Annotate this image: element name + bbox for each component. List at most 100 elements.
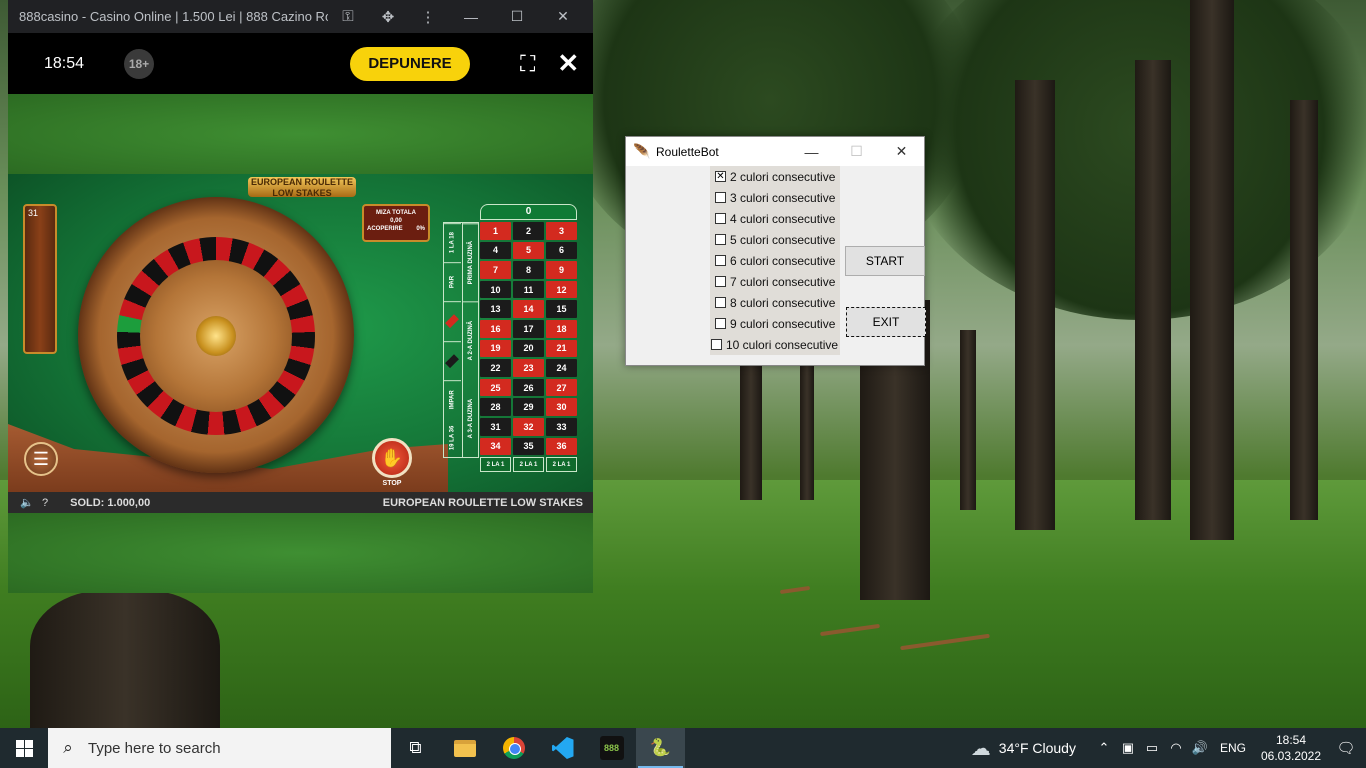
bet-cell-29[interactable]: 29 [513,398,544,416]
color-option-6[interactable]: 6 culori consecutive [710,250,840,271]
start-button-windows[interactable] [0,728,48,768]
vscode-icon[interactable] [538,728,587,768]
bet-cell-9[interactable]: 9 [546,261,577,279]
bet-cell-10[interactable]: 10 [480,280,511,299]
browser-titlebar[interactable]: 888casino - Casino Online | 1.500 Lei | … [8,0,593,33]
bet-cell-19[interactable]: 19 [480,339,511,358]
weather-widget[interactable]: ☁ 34°F Cloudy [971,736,1076,761]
checkbox[interactable] [715,297,726,308]
bet-cell-7[interactable]: 7 [480,261,511,279]
checkbox[interactable] [715,234,726,245]
mute-icon[interactable]: 🔈 [20,496,34,509]
bet-19-36[interactable]: 19 LA 36 [444,419,461,457]
game-menu-button[interactable]: ☰ [24,442,58,476]
chrome-icon[interactable] [489,728,538,768]
bet-cell-15[interactable]: 15 [546,300,577,318]
bet-cell-31[interactable]: 31 [480,417,511,436]
column-bet-1[interactable]: 2 LA 1 [480,457,511,473]
bet-cell-26[interactable]: 26 [513,378,544,397]
casino-app-icon[interactable]: 888 [587,728,636,768]
bet-cell-14[interactable]: 14 [513,300,544,318]
bet-cell-8[interactable]: 8 [513,261,544,279]
task-view-icon[interactable]: ⧉ [391,728,440,768]
bet-dozen-2[interactable]: A 2-A DUZINĂ [463,301,479,380]
bet-cell-27[interactable]: 27 [546,378,577,397]
notification-icon[interactable]: 🗨 [1326,739,1366,757]
bet-odd[interactable]: IMPAR [444,379,461,419]
taskbar-clock[interactable]: 18:54 06.03.2022 [1256,732,1326,764]
stop-button[interactable]: ✋ [372,438,412,478]
volume-icon[interactable]: 🔊 [1188,740,1212,756]
taskbar-search[interactable]: ⌕ Type here to search [48,728,391,768]
bet-cell-20[interactable]: 20 [513,339,544,358]
battery-icon[interactable]: ▭ [1140,740,1164,756]
roulettebot-titlebar[interactable]: 🪶 RouletteBot — ☐ ✕ [626,137,924,166]
bet-cell-12[interactable]: 12 [546,280,577,299]
color-option-4[interactable]: 4 culori consecutive [710,208,840,229]
wifi-icon[interactable]: ◠ [1164,740,1188,756]
deposit-button[interactable]: DEPUNERE [350,46,470,81]
bet-cell-30[interactable]: 30 [546,398,577,416]
more-options-icon[interactable]: ⋮ [408,8,448,26]
bet-cell-6[interactable]: 6 [546,241,577,260]
bet-cell-16[interactable]: 16 [480,319,511,338]
extensions-icon[interactable]: ✥ [368,8,408,26]
color-option-7[interactable]: 7 culori consecutive [710,271,840,292]
bet-red[interactable] [444,301,461,341]
bet-cell-34[interactable]: 34 [480,437,511,456]
meet-icon[interactable]: ▣ [1116,740,1140,756]
bet-cell-4[interactable]: 4 [480,241,511,260]
language-indicator[interactable]: ENG [1220,741,1246,755]
bet-cell-11[interactable]: 11 [513,280,544,299]
key-icon[interactable]: ⚿ [328,8,368,25]
column-bet-2[interactable]: 2 LA 1 [513,457,544,473]
close-window-button[interactable]: ✕ [540,8,586,25]
bet-dozen-3[interactable]: A 3-A DUZINĂ [463,380,479,457]
python-app-icon[interactable]: 🐍 [636,728,685,768]
help-icon[interactable]: ? [42,497,48,509]
bet-cell-2[interactable]: 2 [513,222,544,240]
bet-cell-3[interactable]: 3 [546,222,577,240]
minimize-button[interactable]: — [448,9,494,25]
column-bet-3[interactable]: 2 LA 1 [546,457,577,473]
bet-black[interactable] [444,340,461,380]
bet-dozen-1[interactable]: PRIMA DUZINĂ [463,223,479,302]
color-option-10[interactable]: 10 culori consecutive [706,334,840,355]
bet-cell-21[interactable]: 21 [546,339,577,358]
rb-close-button[interactable]: ✕ [879,143,924,160]
exit-button[interactable]: EXIT [846,307,926,337]
bet-1-18[interactable]: 1 LA 18 [444,223,461,263]
bet-cell-22[interactable]: 22 [480,359,511,377]
bet-cell-28[interactable]: 28 [480,398,511,416]
bet-cell-5[interactable]: 5 [513,241,544,260]
fullscreen-icon[interactable]: ⛶ [520,51,535,77]
start-button[interactable]: START [845,246,925,276]
checkbox[interactable]: ✕ [715,171,726,182]
bet-cell-32[interactable]: 32 [513,417,544,436]
bet-cell-13[interactable]: 13 [480,300,511,318]
checkbox[interactable] [711,339,722,350]
bet-cell-23[interactable]: 23 [513,359,544,377]
color-option-8[interactable]: 8 culori consecutive [710,292,840,313]
bet-cell-25[interactable]: 25 [480,378,511,397]
checkbox[interactable] [715,255,726,266]
maximize-button[interactable]: ☐ [494,8,540,25]
chevron-up-icon[interactable]: ⌃ [1092,740,1116,756]
checkbox[interactable] [715,192,726,203]
file-explorer-icon[interactable] [440,728,489,768]
bet-cell-0[interactable]: 0 [480,204,577,220]
color-option-5[interactable]: 5 culori consecutive [710,229,840,250]
bet-cell-35[interactable]: 35 [513,437,544,456]
bet-cell-1[interactable]: 1 [480,222,511,240]
bet-cell-24[interactable]: 24 [546,359,577,377]
bet-cell-17[interactable]: 17 [513,319,544,338]
bet-cell-33[interactable]: 33 [546,417,577,436]
bet-cell-18[interactable]: 18 [546,319,577,338]
close-game-icon[interactable]: ✕ [557,48,579,79]
color-option-2[interactable]: ✕ 2 culori consecutive [710,166,840,187]
checkbox[interactable] [715,213,726,224]
color-option-9[interactable]: 9 culori consecutive [710,313,840,334]
rb-minimize-button[interactable]: — [789,144,834,160]
checkbox[interactable] [715,318,726,329]
color-option-3[interactable]: 3 culori consecutive [710,187,840,208]
